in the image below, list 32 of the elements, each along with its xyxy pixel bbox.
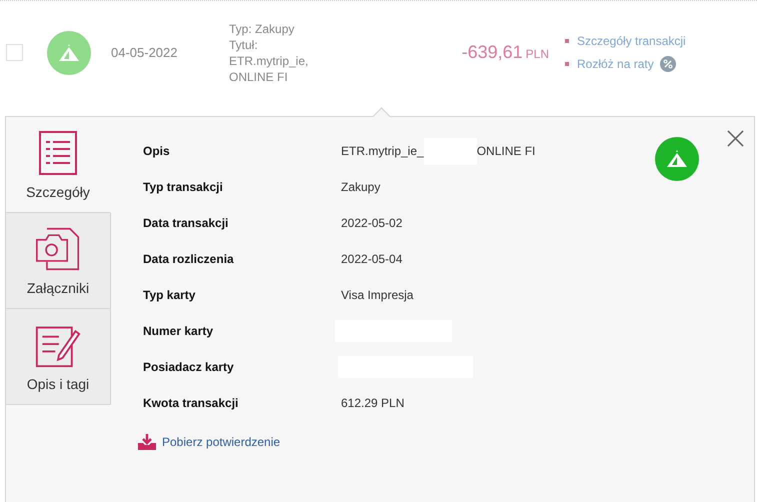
transaction-amount: -639,61 <box>462 42 523 62</box>
tent-icon <box>47 30 91 74</box>
field-value: ONLINE FI <box>476 144 536 158</box>
field-label: Data transakcji <box>143 216 230 230</box>
checkbox[interactable] <box>6 44 23 61</box>
field-label: Numer karty <box>143 324 214 338</box>
camera-document-icon <box>35 226 81 272</box>
field-value: 2022-05-04 <box>341 252 402 266</box>
transaction-detail: Typ: Zakupy <box>229 20 296 36</box>
percent-icon <box>660 56 676 72</box>
tab[interactable]: Opis i tagi <box>6 309 111 405</box>
close-icon[interactable] <box>727 130 744 147</box>
field-label: Kwota transakcji <box>143 396 240 410</box>
field-value: Zakupy <box>341 180 380 194</box>
tab[interactable]: Załączniki <box>6 213 111 309</box>
field-label: Typ transakcji <box>143 180 224 194</box>
field-label: Typ karty <box>143 288 196 302</box>
field-label: Opis <box>143 144 171 158</box>
transaction-date: 04-05-2022 <box>111 45 178 60</box>
transaction-detail: ONLINE FI <box>229 68 289 84</box>
download-link[interactable]: Pobierz potwierdzenie <box>162 435 280 449</box>
field-value: ETR.mytrip_ie_ <box>341 144 424 158</box>
field-label: Data rozliczenia <box>143 252 235 266</box>
field-value: Visa Impresja <box>341 288 414 302</box>
field-value: 2022-05-02 <box>341 216 402 230</box>
tent-icon <box>655 137 699 181</box>
field-value: 612.29 PLN <box>341 396 404 410</box>
currency: PLN <box>526 47 549 61</box>
download-icon <box>137 433 157 451</box>
transaction-detail: ETR.mytrip_ie, <box>229 52 310 68</box>
field-label: Posiadacz karty <box>143 360 235 374</box>
transaction-detail: Tytuł: <box>229 36 259 52</box>
